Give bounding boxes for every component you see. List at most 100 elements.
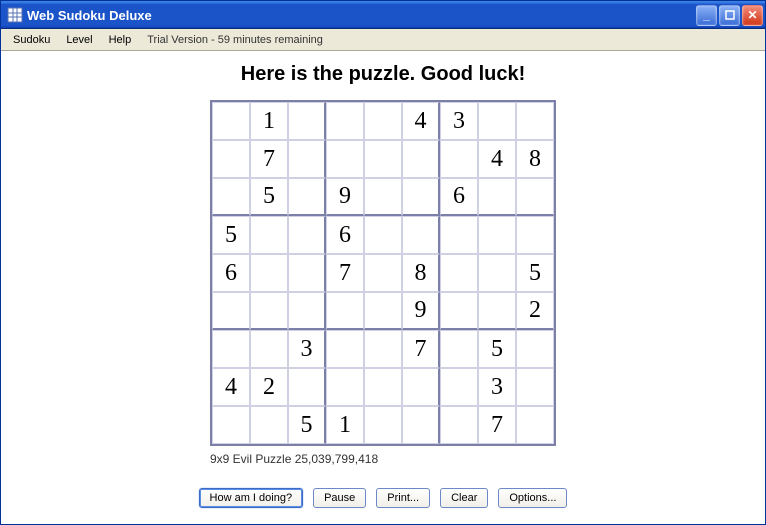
- sudoku-cell[interactable]: [326, 292, 364, 330]
- sudoku-cell[interactable]: [440, 368, 478, 406]
- sudoku-cell[interactable]: 5: [212, 216, 250, 254]
- menubar: Sudoku Level Help Trial Version - 59 min…: [1, 29, 765, 51]
- sudoku-cell[interactable]: [440, 216, 478, 254]
- sudoku-cell[interactable]: [250, 330, 288, 368]
- minimize-button[interactable]: _: [696, 5, 717, 26]
- sudoku-cell[interactable]: [440, 292, 478, 330]
- sudoku-cell[interactable]: [326, 330, 364, 368]
- clear-button[interactable]: Clear: [440, 488, 488, 508]
- sudoku-board-container: 14374859656678592375423517 9x9 Evil Puzz…: [210, 100, 556, 466]
- sudoku-cell[interactable]: [250, 406, 288, 444]
- sudoku-cell[interactable]: [288, 368, 326, 406]
- sudoku-cell[interactable]: [364, 178, 402, 216]
- sudoku-cell[interactable]: [402, 216, 440, 254]
- sudoku-cell[interactable]: [516, 406, 554, 444]
- sudoku-cell[interactable]: [326, 368, 364, 406]
- sudoku-cell[interactable]: 3: [288, 330, 326, 368]
- sudoku-cell[interactable]: [364, 330, 402, 368]
- menu-sudoku[interactable]: Sudoku: [5, 32, 58, 48]
- client-area: Here is the puzzle. Good luck! 143748596…: [1, 51, 765, 524]
- sudoku-cell[interactable]: [288, 292, 326, 330]
- sudoku-cell[interactable]: [250, 254, 288, 292]
- sudoku-cell[interactable]: 4: [478, 140, 516, 178]
- sudoku-cell[interactable]: 5: [250, 178, 288, 216]
- puzzle-info: 9x9 Evil Puzzle 25,039,799,418: [210, 452, 556, 466]
- sudoku-cell[interactable]: [212, 406, 250, 444]
- sudoku-cell[interactable]: 4: [402, 102, 440, 140]
- sudoku-cell[interactable]: [212, 102, 250, 140]
- sudoku-cell[interactable]: [250, 292, 288, 330]
- sudoku-cell[interactable]: [326, 102, 364, 140]
- sudoku-cell[interactable]: 5: [516, 254, 554, 292]
- sudoku-cell[interactable]: [212, 178, 250, 216]
- sudoku-cell[interactable]: [478, 292, 516, 330]
- sudoku-cell[interactable]: [478, 178, 516, 216]
- how-am-i-doing-button[interactable]: How am I doing?: [199, 488, 304, 508]
- sudoku-cell[interactable]: [288, 216, 326, 254]
- sudoku-cell[interactable]: [516, 102, 554, 140]
- window-title: Web Sudoku Deluxe: [27, 8, 696, 23]
- options-button[interactable]: Options...: [498, 488, 567, 508]
- sudoku-cell[interactable]: [288, 254, 326, 292]
- sudoku-cell[interactable]: 7: [478, 406, 516, 444]
- sudoku-cell[interactable]: [440, 254, 478, 292]
- sudoku-cell[interactable]: [364, 102, 402, 140]
- maximize-button[interactable]: [719, 5, 740, 26]
- sudoku-cell[interactable]: [440, 406, 478, 444]
- sudoku-cell[interactable]: [516, 178, 554, 216]
- sudoku-cell[interactable]: [516, 368, 554, 406]
- sudoku-cell[interactable]: [402, 368, 440, 406]
- sudoku-cell[interactable]: 6: [212, 254, 250, 292]
- pause-button[interactable]: Pause: [313, 488, 366, 508]
- action-buttons: How am I doing? Pause Print... Clear Opt…: [199, 488, 568, 508]
- sudoku-cell[interactable]: [250, 216, 288, 254]
- sudoku-cell[interactable]: 9: [326, 178, 364, 216]
- sudoku-cell[interactable]: 6: [326, 216, 364, 254]
- sudoku-cell[interactable]: 7: [326, 254, 364, 292]
- sudoku-cell[interactable]: [288, 102, 326, 140]
- print-button[interactable]: Print...: [376, 488, 430, 508]
- sudoku-cell[interactable]: [516, 216, 554, 254]
- sudoku-cell[interactable]: [212, 292, 250, 330]
- sudoku-cell[interactable]: 1: [250, 102, 288, 140]
- sudoku-cell[interactable]: 8: [402, 254, 440, 292]
- sudoku-cell[interactable]: [364, 292, 402, 330]
- sudoku-cell[interactable]: 3: [440, 102, 478, 140]
- sudoku-cell[interactable]: [364, 406, 402, 444]
- sudoku-cell[interactable]: [364, 140, 402, 178]
- sudoku-cell[interactable]: 6: [440, 178, 478, 216]
- sudoku-cell[interactable]: [440, 330, 478, 368]
- sudoku-cell[interactable]: [516, 330, 554, 368]
- sudoku-cell[interactable]: 9: [402, 292, 440, 330]
- sudoku-cell[interactable]: 1: [326, 406, 364, 444]
- sudoku-cell[interactable]: [478, 102, 516, 140]
- page-title: Here is the puzzle. Good luck!: [241, 63, 526, 86]
- sudoku-cell[interactable]: [326, 140, 364, 178]
- sudoku-cell[interactable]: 2: [250, 368, 288, 406]
- menu-level[interactable]: Level: [58, 32, 100, 48]
- window-controls: _ ✕: [696, 5, 763, 26]
- sudoku-cell[interactable]: [478, 254, 516, 292]
- sudoku-cell[interactable]: [212, 330, 250, 368]
- sudoku-cell[interactable]: [402, 140, 440, 178]
- sudoku-cell[interactable]: [364, 216, 402, 254]
- sudoku-cell[interactable]: [402, 406, 440, 444]
- sudoku-cell[interactable]: 3: [478, 368, 516, 406]
- sudoku-cell[interactable]: [440, 140, 478, 178]
- sudoku-cell[interactable]: [288, 140, 326, 178]
- sudoku-cell[interactable]: [364, 368, 402, 406]
- sudoku-cell[interactable]: 4: [212, 368, 250, 406]
- sudoku-cell[interactable]: 7: [402, 330, 440, 368]
- close-button[interactable]: ✕: [742, 5, 763, 26]
- sudoku-cell[interactable]: [212, 140, 250, 178]
- menu-help[interactable]: Help: [101, 32, 140, 48]
- sudoku-cell[interactable]: 2: [516, 292, 554, 330]
- sudoku-cell[interactable]: 7: [250, 140, 288, 178]
- sudoku-cell[interactable]: 8: [516, 140, 554, 178]
- sudoku-cell[interactable]: [402, 178, 440, 216]
- sudoku-cell[interactable]: [288, 178, 326, 216]
- sudoku-cell[interactable]: 5: [478, 330, 516, 368]
- sudoku-cell[interactable]: [364, 254, 402, 292]
- sudoku-cell[interactable]: 5: [288, 406, 326, 444]
- sudoku-cell[interactable]: [478, 216, 516, 254]
